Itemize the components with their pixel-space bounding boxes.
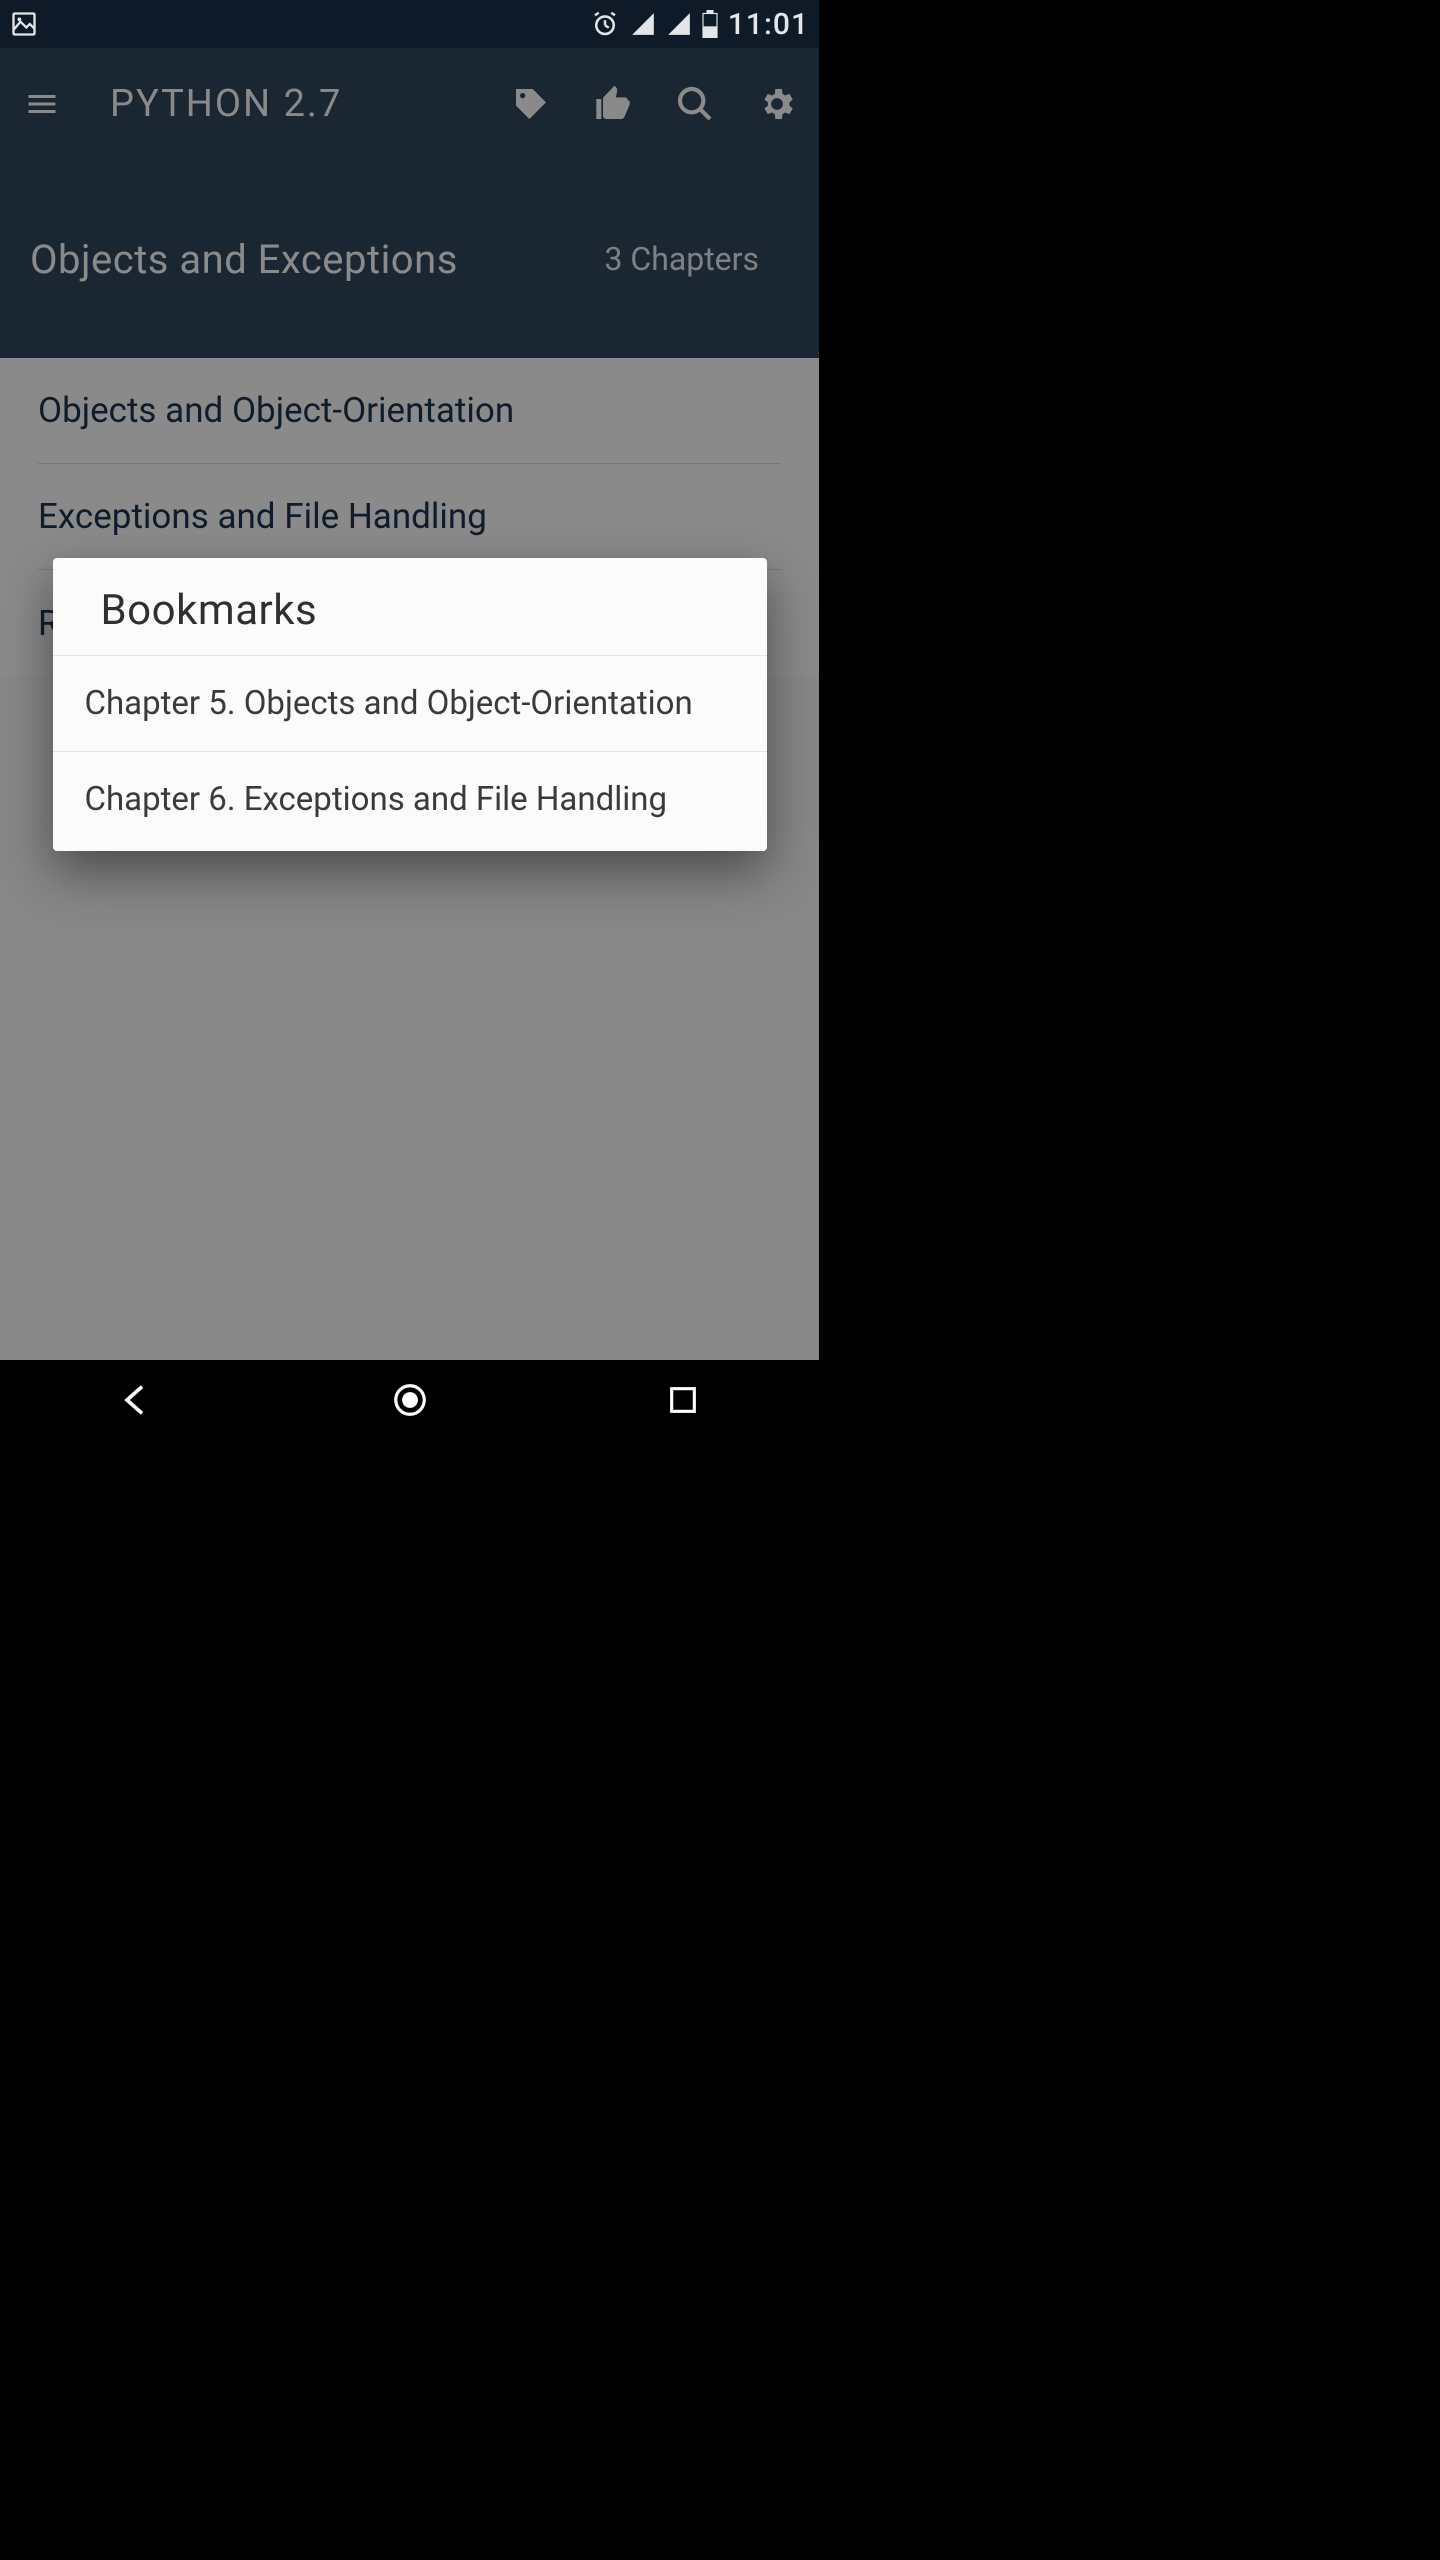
bookmark-item[interactable]: Chapter 6. Exceptions and File Handling (53, 751, 767, 847)
system-nav-bar (0, 1360, 819, 1440)
battery-icon (702, 10, 718, 38)
recents-icon (666, 1383, 700, 1417)
app-body: PYTHON 2.7 (0, 48, 819, 1360)
picture-icon (10, 10, 38, 38)
alarm-icon (590, 9, 620, 39)
signal-icon (666, 11, 692, 37)
modal-scrim[interactable]: Bookmarks Chapter 5. Objects and Object-… (0, 48, 819, 1360)
dialog-title: Bookmarks (53, 558, 767, 655)
status-right-group: 11:01 (590, 7, 809, 42)
status-bar: 11:01 (0, 0, 819, 48)
bookmarks-dialog: Bookmarks Chapter 5. Objects and Object-… (53, 558, 767, 851)
bookmark-item[interactable]: Chapter 5. Objects and Object-Orientatio… (53, 655, 767, 751)
home-icon (391, 1381, 429, 1419)
home-button[interactable] (350, 1370, 470, 1430)
signal-icon (630, 11, 656, 37)
recents-button[interactable] (623, 1370, 743, 1430)
status-time: 11:01 (728, 7, 809, 42)
status-left-group (10, 10, 38, 38)
back-icon (117, 1380, 157, 1420)
back-button[interactable] (77, 1370, 197, 1430)
